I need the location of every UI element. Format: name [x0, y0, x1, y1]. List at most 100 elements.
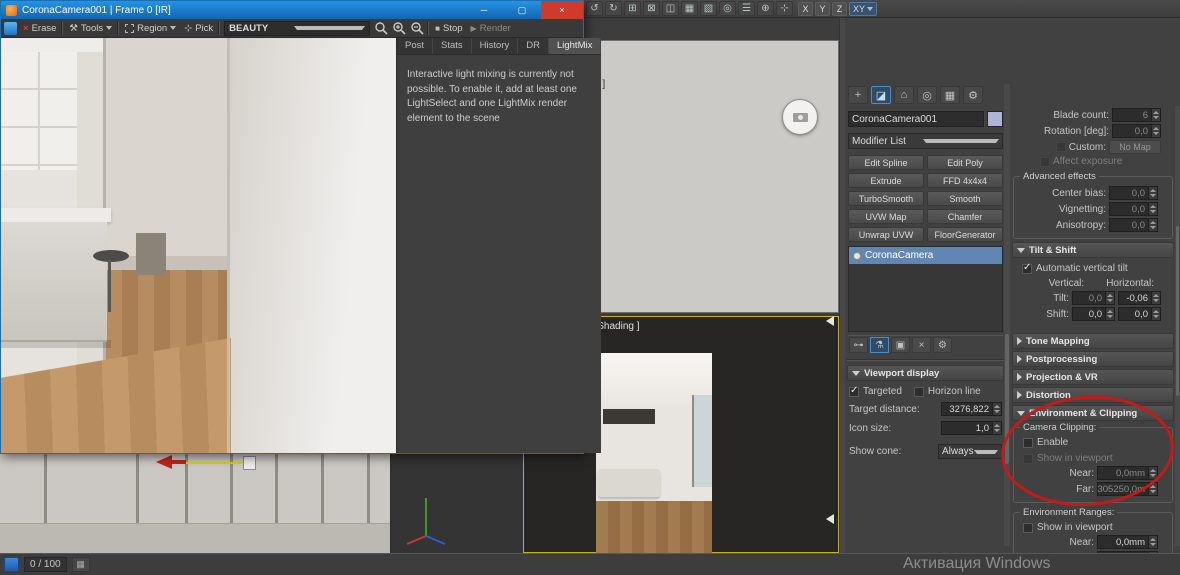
object-name-field[interactable]: CoronaCamera001 — [848, 111, 984, 127]
bind-icon[interactable]: ◫ — [662, 1, 679, 16]
scrollbar-thumb[interactable] — [1005, 334, 1009, 464]
tone-mapping-rollout[interactable]: Tone Mapping — [1012, 333, 1174, 349]
ffd-button[interactable]: FFD 4x4x4 — [927, 173, 1003, 188]
spinner[interactable] — [993, 402, 1002, 416]
uvw-map-button[interactable]: UVW Map — [848, 209, 924, 224]
modifier-list-dropdown[interactable]: Modifier List — [848, 133, 1003, 149]
show-cone-dropdown[interactable]: Always — [938, 444, 1002, 459]
viewport-display-rollout[interactable]: Viewport display — [847, 365, 1004, 381]
maximize-button[interactable]: ▢ — [503, 1, 541, 19]
close-button[interactable]: × — [541, 1, 583, 19]
undo-icon[interactable]: ↺ — [586, 1, 603, 16]
viewport-resize-arrow-icon[interactable] — [826, 514, 834, 524]
select-region-icon[interactable]: ▧ — [700, 1, 717, 16]
select-circle-icon[interactable]: ◎ — [719, 1, 736, 16]
vfb-title-bar[interactable]: CoronaCamera001 | Frame 0 [IR] ─ ▢ × — [1, 1, 583, 19]
camera-icon[interactable] — [782, 99, 818, 135]
axis-z-button[interactable]: Z — [832, 2, 847, 16]
axis-y-button[interactable]: Y — [815, 2, 830, 16]
redo-icon[interactable]: ↻ — [605, 1, 622, 16]
unwrap-uvw-button[interactable]: Unwrap UVW — [848, 227, 924, 242]
stop-button[interactable]: ■ Stop — [433, 23, 464, 34]
make-unique-icon[interactable]: ▣ — [891, 337, 910, 353]
tab-dr[interactable]: DR — [518, 38, 549, 54]
clipping-near-field[interactable]: 0,0mm — [1097, 466, 1149, 480]
horizon-line-checkbox[interactable] — [914, 387, 924, 397]
tools-button[interactable]: ⚒ Tools — [67, 23, 114, 34]
stack-item-coronacamera[interactable]: CoronaCamera — [849, 247, 1002, 264]
snap-icon[interactable]: ⊕ — [757, 1, 774, 16]
targeted-checkbox[interactable] — [849, 387, 859, 397]
spinner[interactable] — [1149, 202, 1158, 216]
ranges-near-field[interactable]: 0,0mm — [1097, 535, 1149, 549]
spinner[interactable] — [1152, 307, 1161, 321]
extrude-button[interactable]: Extrude — [848, 173, 924, 188]
spinner[interactable] — [1152, 108, 1161, 122]
spinner[interactable] — [1149, 186, 1158, 200]
turbosmooth-button[interactable]: TurboSmooth — [848, 191, 924, 206]
vignetting-field[interactable]: 0,0 — [1109, 202, 1149, 216]
projection-vr-rollout[interactable]: Projection & VR — [1012, 369, 1174, 385]
crosshair-icon[interactable]: ⊹ — [776, 1, 793, 16]
render-button[interactable]: ▶ Render — [469, 23, 513, 34]
enable-clipping-checkbox[interactable] — [1023, 438, 1033, 448]
spinner[interactable] — [1152, 124, 1161, 138]
spinner[interactable] — [1149, 466, 1158, 480]
tilt-shift-rollout[interactable]: Tilt & Shift — [1012, 242, 1174, 258]
environment-clipping-rollout[interactable]: Environment & Clipping — [1012, 405, 1174, 421]
ranges-show-viewport-checkbox[interactable] — [1023, 523, 1033, 533]
pick-button[interactable]: ⊹ Pick — [182, 23, 215, 34]
tilt-horizontal-field[interactable]: -0,06 — [1118, 291, 1152, 305]
custom-checkbox[interactable] — [1056, 142, 1066, 152]
floorgenerator-button[interactable]: FloorGenerator — [927, 227, 1003, 242]
viewport-left-bottom[interactable] — [0, 440, 390, 553]
center-bias-field[interactable]: 0,0 — [1109, 186, 1149, 200]
clipping-show-viewport-checkbox[interactable] — [1023, 454, 1033, 464]
shift-vertical-field[interactable]: 0,0 — [1072, 307, 1106, 321]
auto-vertical-tilt-checkbox[interactable] — [1022, 264, 1032, 274]
erase-button[interactable]: × Erase — [21, 23, 58, 34]
spinner[interactable] — [1149, 535, 1158, 549]
maxscript-icon[interactable] — [4, 557, 19, 572]
corona-menu-icon[interactable] — [4, 22, 17, 35]
grid-toggle-icon[interactable]: ▦ — [72, 557, 90, 572]
anisotropy-field[interactable]: 0,0 — [1109, 218, 1149, 232]
link-icon[interactable]: ⊞ — [624, 1, 641, 16]
zoom-in-icon[interactable] — [392, 21, 406, 35]
spinner[interactable] — [1149, 218, 1158, 232]
rollout-scrollbar[interactable] — [1175, 106, 1180, 546]
no-map-button[interactable]: No Map — [1109, 140, 1161, 154]
unlink-icon[interactable]: ⊠ — [643, 1, 660, 16]
tab-post[interactable]: Post — [397, 38, 433, 54]
motion-tab[interactable]: ◎ — [917, 86, 937, 104]
show-end-result-icon[interactable]: ⚗ — [870, 337, 889, 353]
zoom-out-icon[interactable] — [410, 21, 424, 35]
select-name-icon[interactable]: ☰ — [738, 1, 755, 16]
tab-history[interactable]: History — [472, 38, 519, 54]
rotation-field[interactable]: 0,0 — [1112, 124, 1152, 138]
render-pass-dropdown[interactable]: BEAUTY — [224, 21, 370, 36]
tab-stats[interactable]: Stats — [433, 38, 472, 54]
hierarchy-tab[interactable]: ⌂ — [894, 86, 914, 104]
edit-poly-button[interactable]: Edit Poly — [927, 155, 1003, 170]
tab-lightmix[interactable]: LightMix — [549, 38, 601, 54]
scrollbar-thumb[interactable] — [1176, 226, 1179, 396]
minimize-button[interactable]: ─ — [465, 1, 503, 19]
shift-horizontal-field[interactable]: 0,0 — [1118, 307, 1152, 321]
edit-spline-button[interactable]: Edit Spline — [848, 155, 924, 170]
configure-modifier-sets-icon[interactable]: ⚙ — [933, 337, 952, 353]
blade-count-field[interactable]: 6 — [1112, 108, 1152, 122]
panel-scrollbar[interactable] — [1004, 84, 1010, 546]
region-button[interactable]: Region — [123, 23, 178, 34]
select-filter-icon[interactable]: ▦ — [681, 1, 698, 16]
axis-x-button[interactable]: X — [798, 2, 813, 16]
spinner[interactable] — [993, 421, 1002, 435]
viewport-top[interactable]: es ] — [583, 40, 839, 313]
spinner[interactable] — [1106, 307, 1115, 321]
spinner[interactable] — [1149, 482, 1158, 496]
object-color-swatch[interactable] — [987, 111, 1003, 127]
smooth-button[interactable]: Smooth — [927, 191, 1003, 206]
spinner[interactable] — [1106, 291, 1115, 305]
pin-stack-icon[interactable]: ⊶ — [849, 337, 868, 353]
tilt-vertical-field[interactable]: 0,0 — [1072, 291, 1106, 305]
